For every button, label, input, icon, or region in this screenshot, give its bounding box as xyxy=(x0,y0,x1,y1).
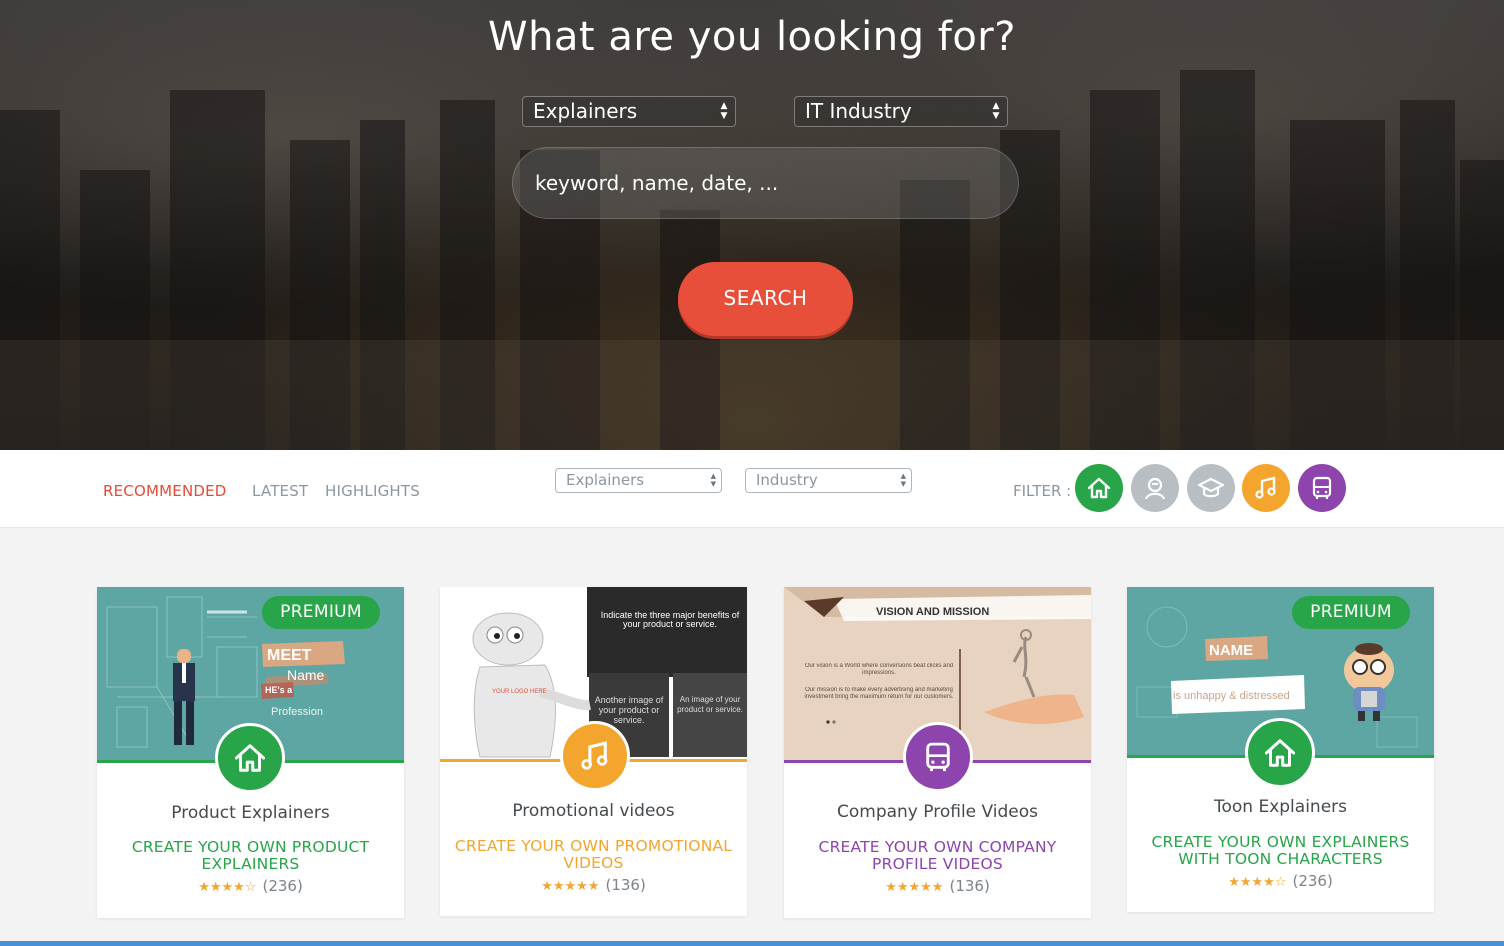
card-rating: ★★★★★ (136) xyxy=(784,877,1091,895)
filter-label: FILTER : xyxy=(1013,482,1072,500)
music-note-icon xyxy=(581,741,608,770)
house-icon xyxy=(1264,739,1296,767)
rating-stars-icon: ★★★★☆ xyxy=(198,880,257,895)
category-badge xyxy=(903,722,973,792)
thumb-an-image-text: An image of your product or service. xyxy=(677,695,743,714)
hero-title: What are you looking for? xyxy=(488,14,1016,60)
premium-badge: PREMIUM xyxy=(262,596,380,629)
music-note-icon xyxy=(1255,476,1276,499)
bus-icon xyxy=(1312,476,1332,499)
thumb-profession-text: Profession xyxy=(271,706,323,718)
tab-latest[interactable]: LATEST xyxy=(252,482,308,500)
category-badge xyxy=(1245,718,1315,788)
bus-icon xyxy=(926,742,950,772)
category-badge xyxy=(560,721,630,791)
house-icon xyxy=(234,744,266,772)
filter-education-button[interactable] xyxy=(1187,464,1235,512)
premium-badge: PREMIUM xyxy=(1292,596,1410,629)
review-count: (236) xyxy=(1292,872,1333,890)
card-rating: ★★★★☆ (236) xyxy=(1127,872,1434,890)
rating-stars-icon: ★★★★★ xyxy=(541,879,600,894)
hero-banner: What are you looking for? Explainers ▲ ▼ … xyxy=(0,0,1504,450)
filter-person-button[interactable] xyxy=(1131,464,1179,512)
select-arrows-icon: ▲ ▼ xyxy=(710,472,716,488)
tab-highlights[interactable]: HIGHLIGHTS xyxy=(325,482,420,500)
card-title: Company Profile Videos xyxy=(836,802,1039,822)
select-arrows-icon: ▲ ▼ xyxy=(992,101,1000,121)
city-skyline-background xyxy=(0,70,1504,450)
filter-industry-value: Industry xyxy=(756,471,818,489)
template-card[interactable]: NAME is unhappy & distressed PREMIUM Too… xyxy=(1127,587,1434,912)
card-rating: ★★★★★ (136) xyxy=(440,876,747,894)
review-count: (136) xyxy=(949,877,990,895)
card-cta-link[interactable]: CREATE YOUR OWN PROMOTIONAL VIDEOS xyxy=(450,838,737,872)
house-icon xyxy=(1087,477,1111,499)
template-card[interactable]: YOUR LOGO HERE Indicate the three major … xyxy=(440,587,747,916)
template-card[interactable]: VISION AND MISSION Our vision is a World… xyxy=(784,587,1091,918)
bottom-accent-bar xyxy=(0,941,1504,946)
filter-bar: RECOMMENDED LATEST HIGHLIGHTS Explainers… xyxy=(0,450,1504,528)
review-count: (136) xyxy=(605,876,646,894)
template-card[interactable]: MEET Name HE's a Profession PREMIUM Prod… xyxy=(97,587,404,918)
thumb-logo-text: YOUR LOGO HERE xyxy=(492,689,547,695)
thumb-vision-text: Our vision is a World where conversions … xyxy=(804,663,954,676)
category-badge xyxy=(215,723,285,793)
card-title: Product Explainers xyxy=(171,803,330,823)
thumb-indicate-text: Indicate the three major benefits of you… xyxy=(600,611,740,629)
filter-industry-select[interactable]: Industry ▲ ▼ xyxy=(745,468,912,493)
card-title: Toon Explainers xyxy=(1213,797,1347,817)
industry-select-value: IT Industry xyxy=(805,99,912,123)
card-cta-link[interactable]: CREATE YOUR OWN EXPLAINERS WITH TOON CHA… xyxy=(1137,834,1424,868)
filter-category-select[interactable]: Explainers ▲ ▼ xyxy=(555,468,722,493)
select-arrows-icon: ▲ ▼ xyxy=(900,472,906,488)
filter-bus-button[interactable] xyxy=(1298,464,1346,512)
filter-category-value: Explainers xyxy=(566,471,645,489)
select-arrows-icon: ▲ ▼ xyxy=(720,101,728,121)
filter-music-button[interactable] xyxy=(1242,464,1290,512)
thumb-mission-text: Our mission is to make every advertising… xyxy=(804,687,954,700)
thumb-name-text: Name xyxy=(287,667,325,683)
search-button[interactable]: SEARCH xyxy=(678,262,853,336)
search-input-placeholder: keyword, name, date, ... xyxy=(535,171,779,195)
thumb-another-text: Another image of your product or service… xyxy=(594,695,664,725)
industry-select[interactable]: IT Industry ▲ ▼ xyxy=(794,96,1008,127)
person-icon xyxy=(1144,477,1166,500)
filter-house-button[interactable] xyxy=(1075,464,1123,512)
card-title: Promotional videos xyxy=(512,801,675,821)
thumb-name-text: NAME xyxy=(1209,642,1253,659)
thumb-sub-text: is unhappy & distressed xyxy=(1173,690,1290,702)
thumb-heading-text: VISION AND MISSION xyxy=(876,606,989,618)
category-select[interactable]: Explainers ▲ ▼ xyxy=(522,96,736,127)
tab-recommended[interactable]: RECOMMENDED xyxy=(103,482,227,500)
thumb-hes-text: HE's a xyxy=(265,685,293,695)
graduation-cap-icon xyxy=(1197,477,1225,498)
thumb-meet-text: MEET xyxy=(267,647,312,664)
category-select-value: Explainers xyxy=(533,99,638,123)
card-cta-link[interactable]: CREATE YOUR OWN PRODUCT EXPLAINERS xyxy=(107,839,394,873)
card-cta-link[interactable]: CREATE YOUR OWN COMPANY PROFILE VIDEOS xyxy=(794,839,1081,873)
card-rating: ★★★★☆ (236) xyxy=(97,877,404,895)
rating-stars-icon: ★★★★★ xyxy=(885,880,944,895)
rating-stars-icon: ★★★★☆ xyxy=(1228,875,1287,890)
search-input[interactable]: keyword, name, date, ... xyxy=(512,147,1019,219)
review-count: (236) xyxy=(262,877,303,895)
